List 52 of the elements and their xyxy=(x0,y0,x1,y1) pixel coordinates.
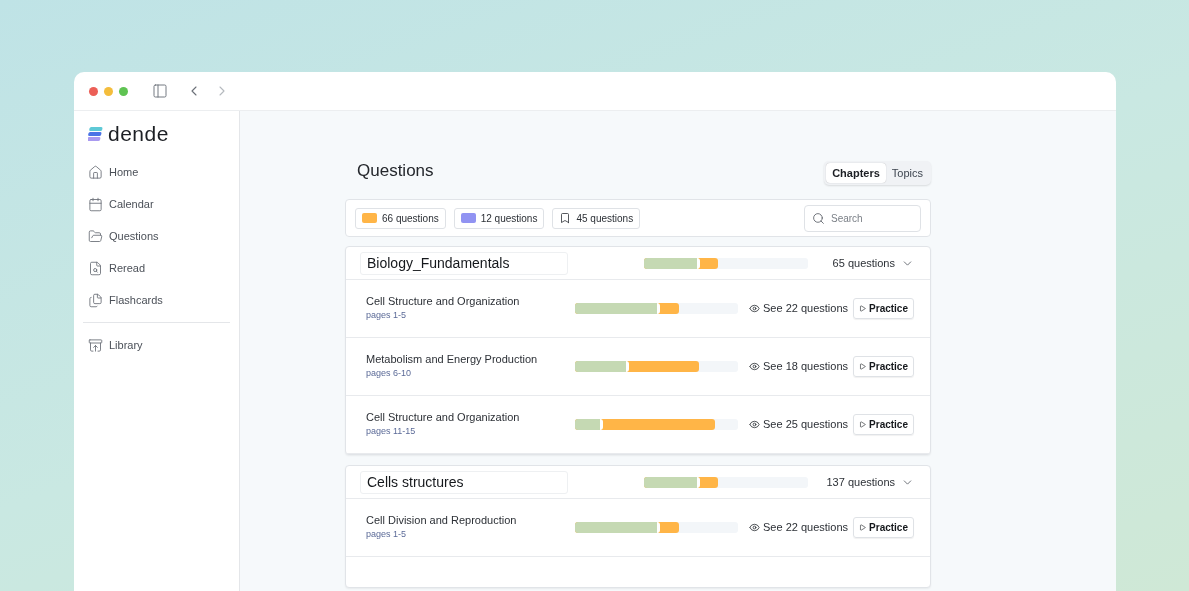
practice-button[interactable]: Practice xyxy=(853,298,914,319)
view-tab[interactable]: Topics xyxy=(885,163,929,183)
sidebar-item[interactable]: Library xyxy=(74,329,239,361)
calendar-icon xyxy=(88,196,103,212)
search-field[interactable]: Search xyxy=(804,204,921,232)
home-icon xyxy=(88,164,103,180)
chapter-title: Cell Structure and Organization xyxy=(366,410,521,424)
sidebar-item[interactable]: Reread xyxy=(74,252,239,284)
sidebar-item[interactable]: Home xyxy=(74,156,239,188)
logo-text: dende xyxy=(108,123,169,144)
page-range: pages 6-10 xyxy=(366,366,413,380)
chapter-title: Cell Structure and Organization xyxy=(366,294,521,308)
play-icon xyxy=(859,524,867,531)
eye-icon xyxy=(749,303,760,314)
eye-icon xyxy=(749,522,760,533)
search-icon xyxy=(812,211,825,225)
document-search-icon xyxy=(88,260,103,276)
sidebar-toggle-icon[interactable] xyxy=(152,83,168,99)
page-title: Questions xyxy=(357,160,434,183)
question-count: 137 questions xyxy=(826,474,895,490)
see-questions-link[interactable]: See 22 questions xyxy=(749,300,848,317)
filter-chip[interactable]: 66 questions xyxy=(355,207,446,229)
bookmark-icon xyxy=(559,212,572,224)
see-questions-link[interactable]: See 18 questions xyxy=(749,358,848,375)
eye-icon xyxy=(749,361,760,372)
section-title: Cells structures xyxy=(360,470,568,494)
practice-button[interactable]: Practice xyxy=(853,356,914,377)
play-icon xyxy=(859,305,867,312)
chapter-title: Cell Division and Reproduction xyxy=(366,513,518,527)
folder-icon xyxy=(88,228,103,244)
sidebar-item[interactable]: Questions xyxy=(74,220,239,252)
play-icon xyxy=(859,363,867,370)
sidebar-item[interactable]: Flashcards xyxy=(74,284,239,316)
question-count: 65 questions xyxy=(832,255,895,271)
see-questions-link[interactable]: See 22 questions xyxy=(749,519,848,536)
section-title: Biology_Fundamentals xyxy=(360,251,568,275)
page-range: pages 1-5 xyxy=(366,308,408,322)
chapter-title: Metabolism and Energy Production xyxy=(366,352,538,366)
page-range: pages 11-15 xyxy=(366,424,417,438)
sidebar-item[interactable]: Calendar xyxy=(74,188,239,220)
archive-icon xyxy=(88,337,103,353)
see-questions-link[interactable]: See 25 questions xyxy=(749,416,848,433)
practice-button[interactable]: Practice xyxy=(853,517,914,538)
eye-icon xyxy=(749,419,760,430)
filter-chip[interactable]: 45 questions xyxy=(552,207,641,229)
logo-icon xyxy=(88,125,104,142)
page-range: pages 1-5 xyxy=(366,527,408,541)
documents-icon xyxy=(88,292,103,308)
filter-chip[interactable]: 12 questions xyxy=(453,207,545,229)
practice-button[interactable]: Practice xyxy=(853,414,914,435)
view-tab[interactable]: Chapters xyxy=(826,163,886,183)
play-icon xyxy=(859,421,867,428)
